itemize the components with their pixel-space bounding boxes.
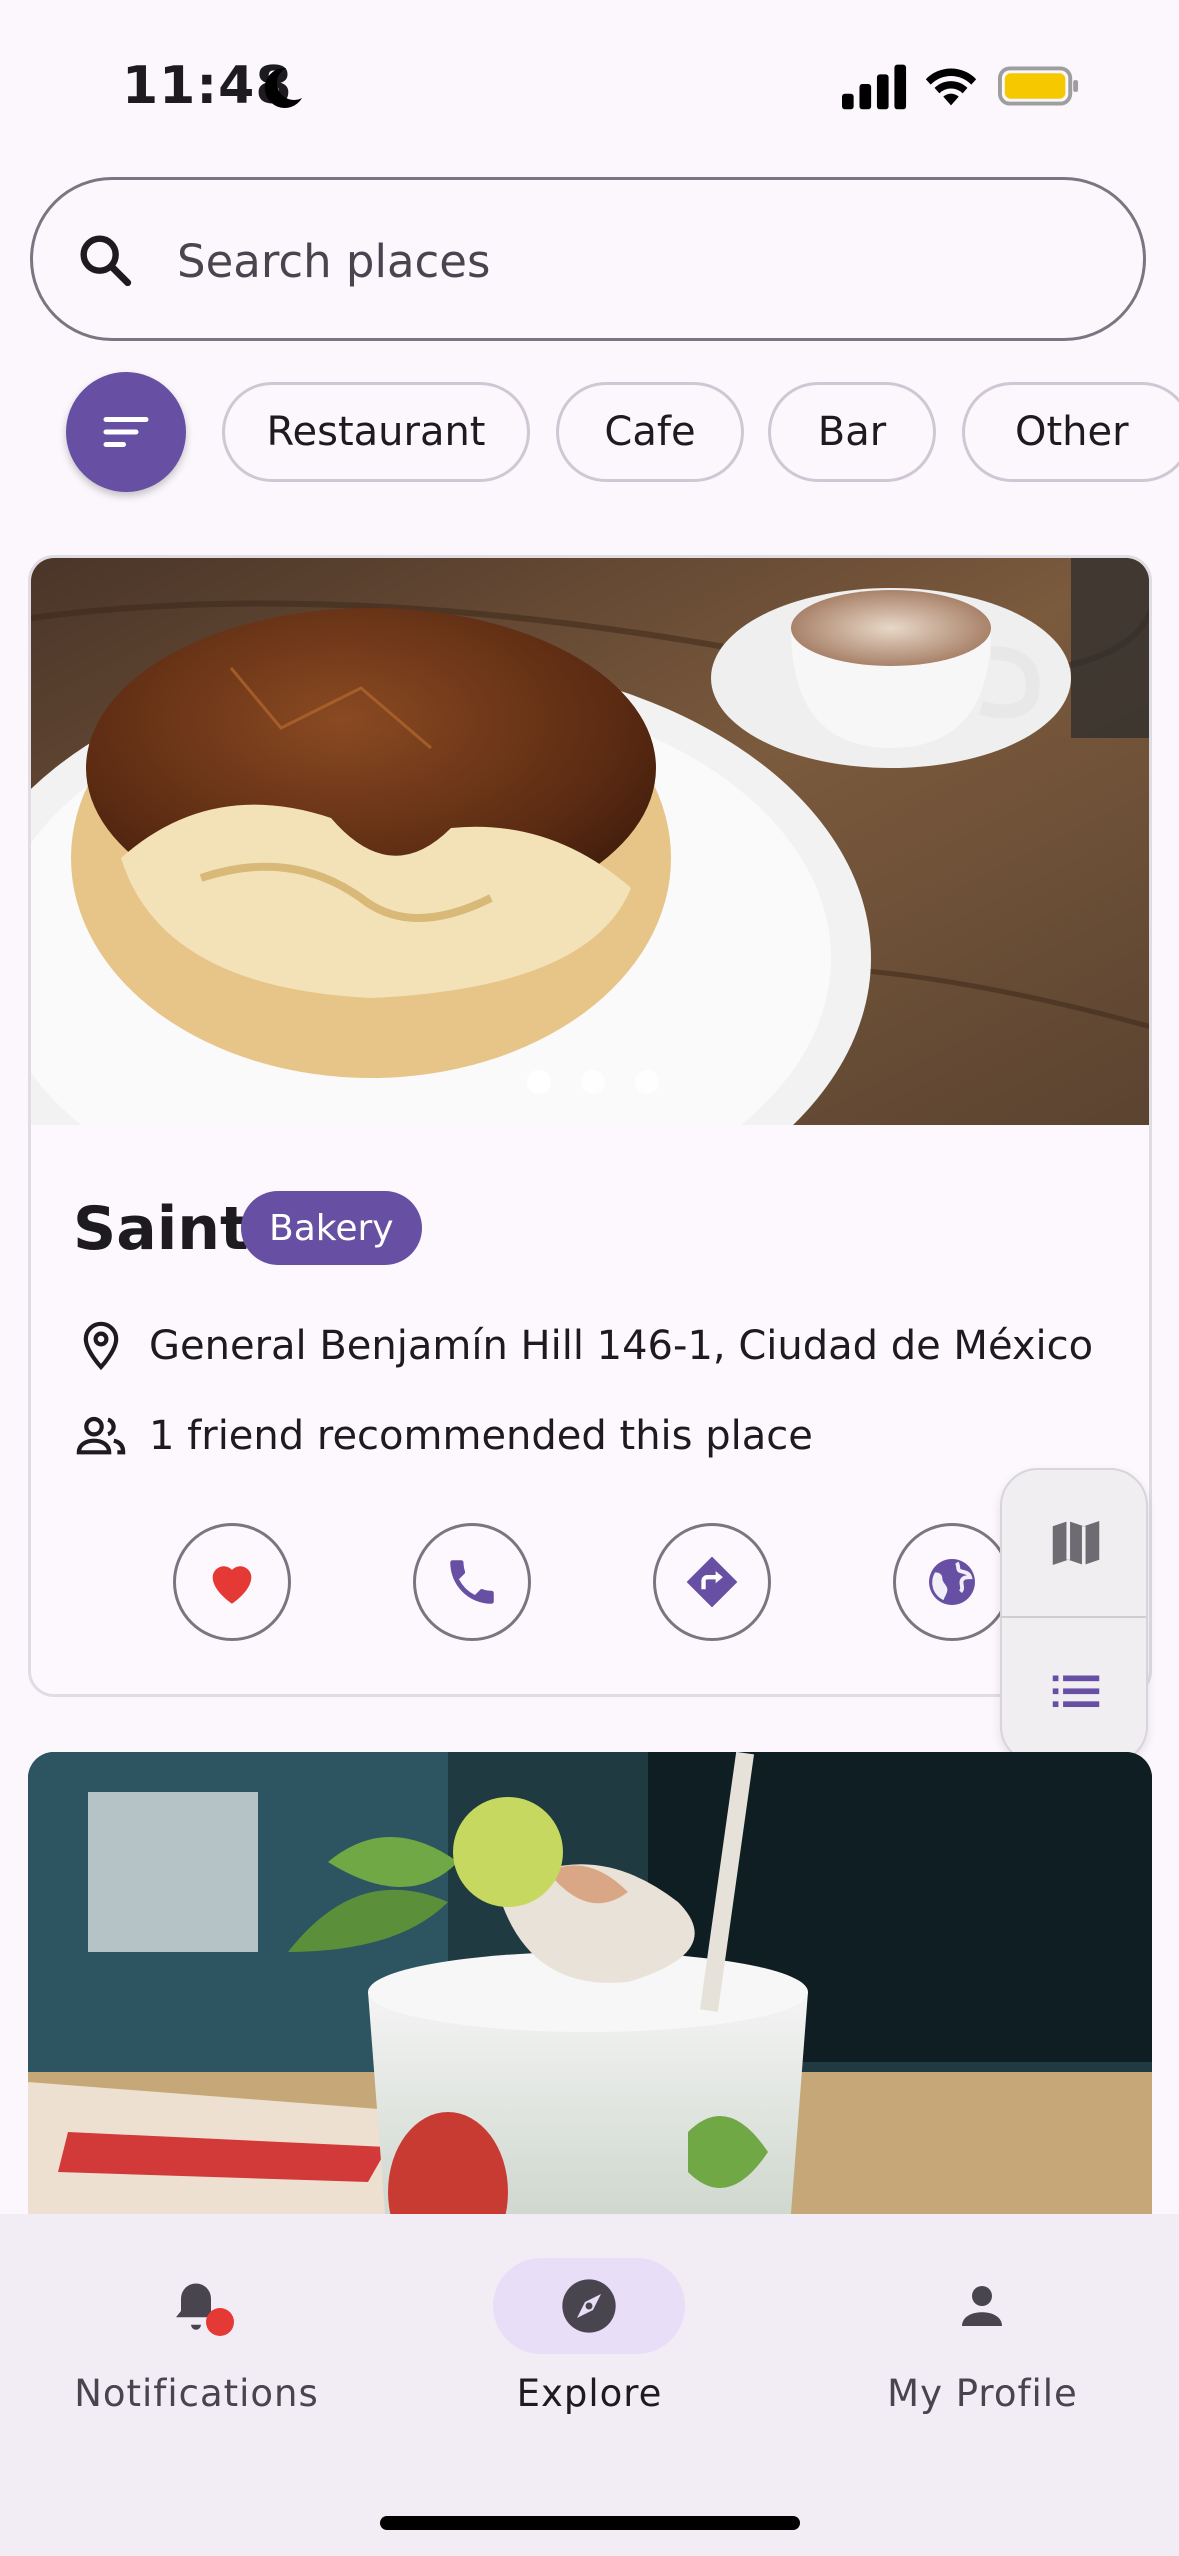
nav-label: Notifications bbox=[74, 2372, 319, 2415]
photo-pagination bbox=[31, 1070, 1149, 1094]
category-badge: Bakery bbox=[241, 1191, 422, 1265]
place-photo[interactable] bbox=[31, 558, 1152, 1125]
chip-other[interactable]: Other bbox=[962, 382, 1179, 482]
nav-icon-container bbox=[100, 2258, 292, 2354]
directions-button[interactable] bbox=[653, 1523, 771, 1641]
home-indicator bbox=[380, 2516, 800, 2530]
directions-icon bbox=[686, 1556, 738, 1608]
website-button[interactable] bbox=[893, 1523, 1011, 1641]
place-name: Saint bbox=[73, 1194, 249, 1264]
wifi-icon bbox=[925, 68, 977, 106]
bottom-navigation: Notifications Explore My Profile bbox=[0, 2214, 1179, 2556]
nav-icon-container bbox=[493, 2258, 685, 2354]
nav-label: My Profile bbox=[887, 2372, 1078, 2415]
search-icon bbox=[80, 235, 132, 287]
friends-recommended-text: 1 friend recommended this place bbox=[149, 1413, 813, 1459]
nav-notifications[interactable]: Notifications bbox=[0, 2214, 393, 2454]
place-photo[interactable] bbox=[28, 1752, 1152, 2252]
address-row: General Benjamín Hill 146-1, Ciudad de M… bbox=[73, 1318, 1093, 1374]
place-address: General Benjamín Hill 146-1, Ciudad de M… bbox=[149, 1323, 1094, 1369]
favorite-button[interactable] bbox=[173, 1523, 291, 1641]
call-button[interactable] bbox=[413, 1523, 531, 1641]
location-pin-icon bbox=[83, 1321, 119, 1371]
list-view-button[interactable] bbox=[1002, 1618, 1146, 1762]
cellular-signal-icon bbox=[842, 64, 907, 110]
person-icon bbox=[962, 2286, 1002, 2326]
friends-row: 1 friend recommended this place bbox=[73, 1408, 813, 1464]
moon-icon bbox=[264, 67, 302, 108]
place-card[interactable]: Saint Bakery General Benjamín Hill 146-1… bbox=[28, 555, 1152, 1697]
map-view-button[interactable] bbox=[1002, 1470, 1146, 1616]
nav-label: Explore bbox=[516, 2372, 663, 2415]
heart-icon bbox=[212, 1566, 252, 1604]
phone-icon bbox=[450, 1560, 494, 1604]
compass-icon bbox=[562, 2279, 616, 2333]
pagination-dot[interactable] bbox=[635, 1070, 659, 1094]
chip-cafe[interactable]: Cafe bbox=[556, 382, 744, 482]
people-icon bbox=[76, 1416, 126, 1455]
nav-my-profile[interactable]: My Profile bbox=[786, 2214, 1179, 2454]
status-bar: 11:48 bbox=[0, 0, 1179, 150]
globe-icon bbox=[929, 1559, 975, 1605]
chip-bar[interactable]: Bar bbox=[768, 382, 936, 482]
pagination-dot[interactable] bbox=[527, 1070, 551, 1094]
filter-button[interactable] bbox=[66, 372, 186, 492]
place-card[interactable] bbox=[28, 1752, 1152, 2252]
search-input[interactable] bbox=[175, 216, 1079, 306]
list-icon bbox=[1052, 1675, 1100, 1708]
view-toggle[interactable] bbox=[1000, 1468, 1148, 1764]
filter-list-icon bbox=[103, 417, 149, 447]
battery-icon bbox=[998, 66, 1079, 106]
search-bar[interactable] bbox=[30, 177, 1146, 341]
nav-icon-container bbox=[886, 2258, 1078, 2354]
pagination-dot[interactable] bbox=[581, 1070, 605, 1094]
chip-restaurant[interactable]: Restaurant bbox=[222, 382, 530, 482]
nav-explore[interactable]: Explore bbox=[393, 2214, 786, 2454]
notification-badge bbox=[206, 2308, 234, 2336]
map-icon bbox=[1052, 1521, 1100, 1565]
